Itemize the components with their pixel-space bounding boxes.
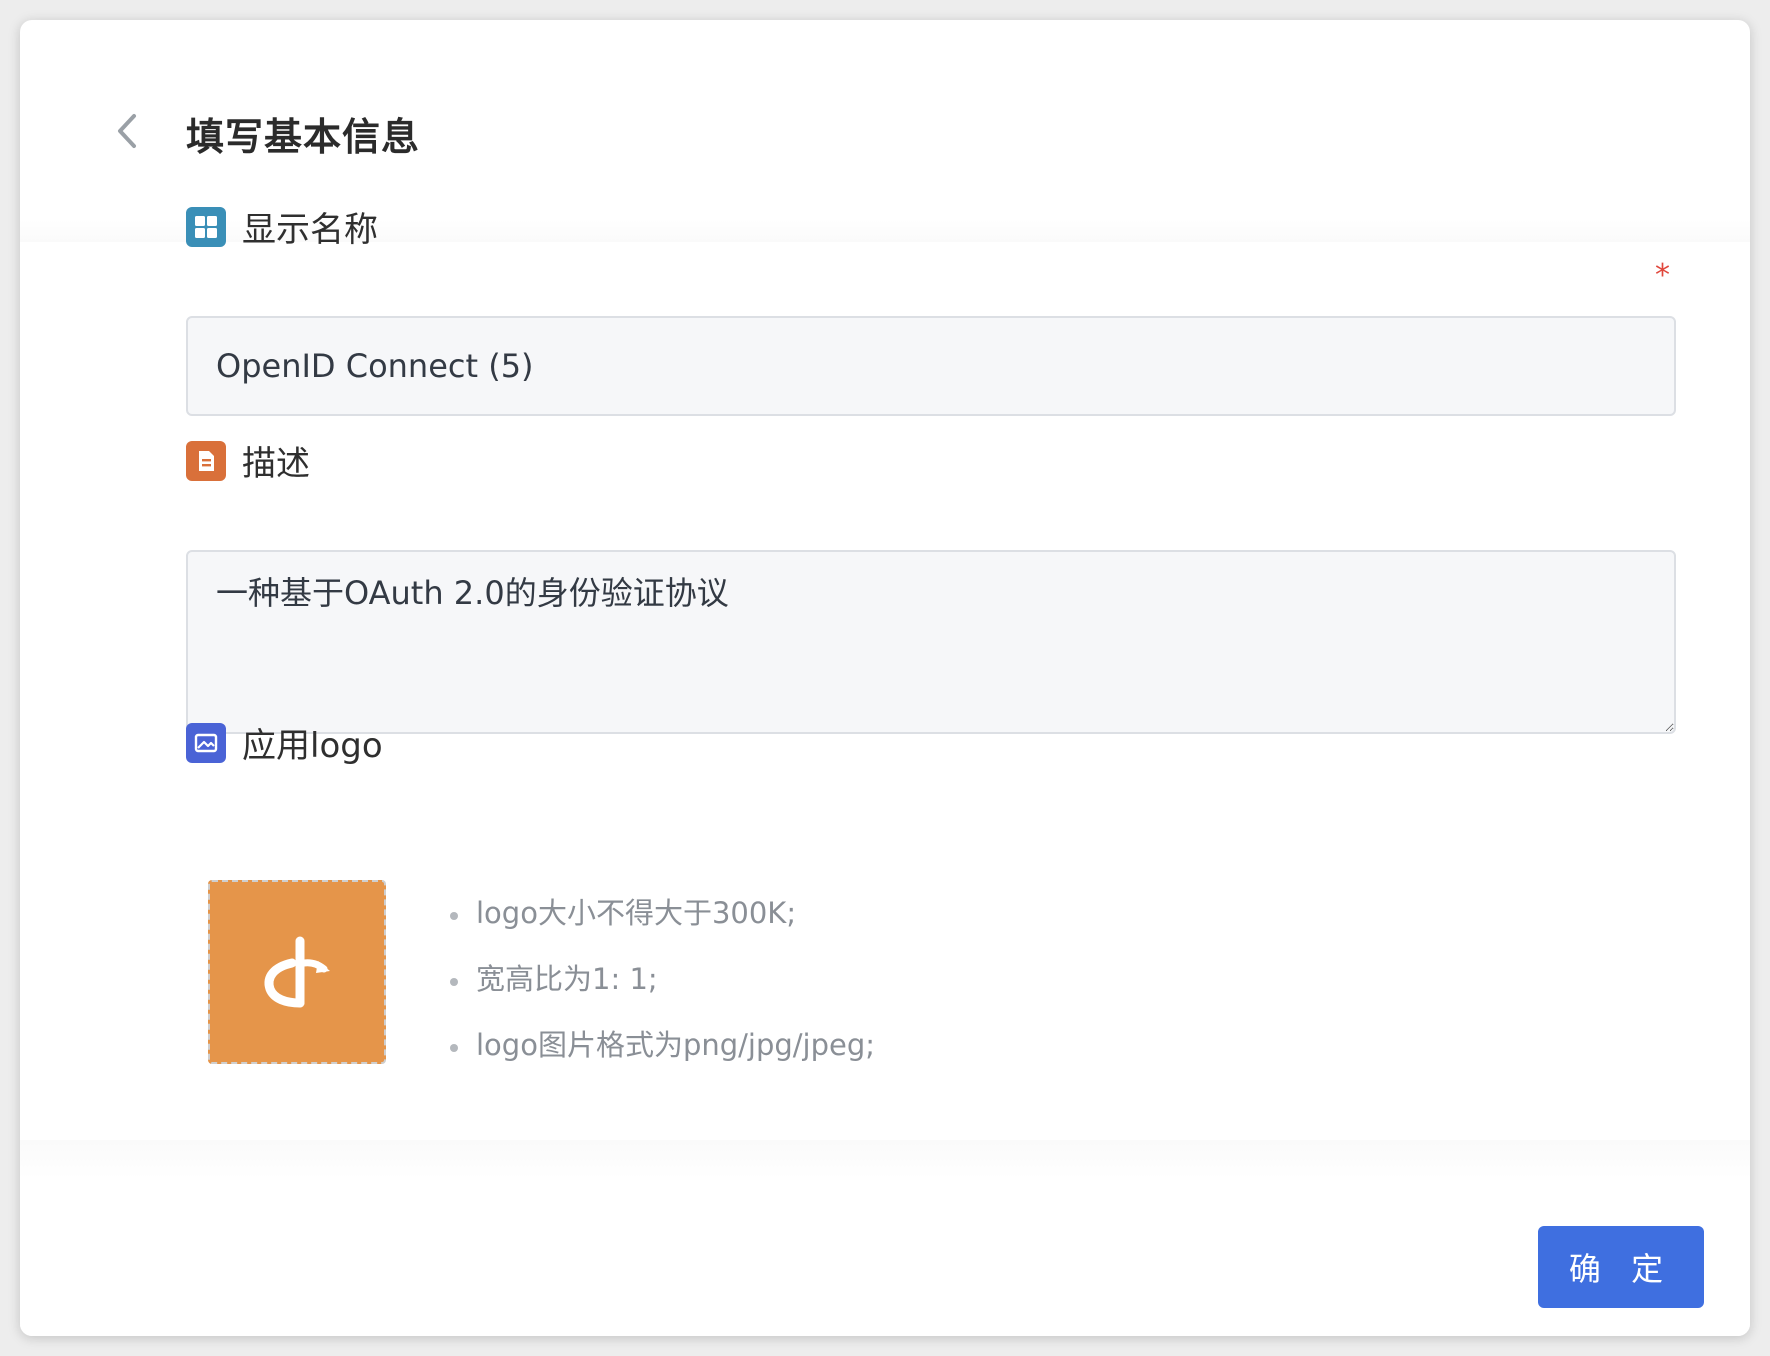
- logo-upload[interactable]: [208, 880, 386, 1064]
- bullet-icon: [450, 912, 458, 920]
- back-button[interactable]: [108, 106, 148, 156]
- description-label: 描述: [242, 444, 310, 484]
- list-item: logo大小不得大于300K;: [450, 878, 875, 944]
- page-title: 填写基本信息: [186, 115, 421, 159]
- description-textarea[interactable]: 一种基于OAuth 2.0的身份验证协议: [186, 550, 1676, 734]
- description-label-row: 描述: [186, 436, 310, 485]
- document-icon: [186, 440, 226, 481]
- display-name-input[interactable]: [186, 316, 1676, 416]
- required-mark: *: [1655, 258, 1670, 293]
- logo-label: 应用logo: [242, 726, 383, 766]
- logo-label-row: 应用logo: [186, 718, 383, 767]
- logo-requirements: logo大小不得大于300K; 宽高比为1: 1; logo图片格式为png/j…: [450, 878, 875, 1076]
- basic-info-dialog: 填写基本信息 显示名称 * OpenID Connect (5) 描述 一种基于…: [20, 20, 1750, 1336]
- chevron-left-icon: [118, 114, 136, 148]
- bullet-icon: [450, 978, 458, 986]
- openid-icon: [264, 936, 330, 1008]
- window-frame: 填写基本信息 显示名称 * OpenID Connect (5) 描述 一种基于…: [0, 0, 1770, 1356]
- image-icon: [186, 722, 226, 763]
- list-item: 宽高比为1: 1;: [450, 944, 875, 1010]
- display-name-label: 显示名称: [242, 210, 378, 250]
- confirm-button[interactable]: 确 定: [1538, 1226, 1704, 1308]
- grid-icon: [186, 206, 226, 247]
- bullet-icon: [450, 1044, 458, 1052]
- list-item: logo图片格式为png/jpg/jpeg;: [450, 1010, 875, 1076]
- footer: [20, 1140, 1750, 1336]
- display-name-label-row: 显示名称: [186, 202, 378, 251]
